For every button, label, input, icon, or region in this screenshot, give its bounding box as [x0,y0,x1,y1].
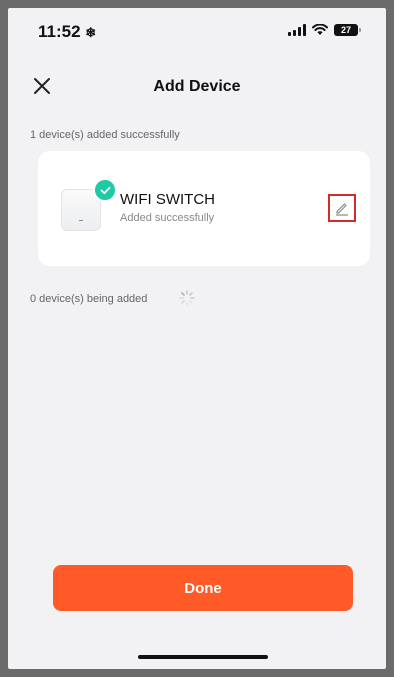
edit-device-name-button[interactable] [328,194,356,222]
device-card[interactable]: WIFI SWITCH Added successfully [38,151,370,266]
device-thumbnail-button [79,220,83,221]
phone-screen: 11:52 ❄ 27 Add Device 1 device(s) added … [8,8,386,669]
status-bar: 11:52 ❄ 27 [8,8,386,52]
done-button[interactable]: Done [53,565,353,611]
device-status: Added successfully [120,212,215,224]
device-name: WIFI SWITCH [120,191,215,208]
snowflake-icon: ❄ [85,25,97,40]
done-button-label: Done [184,579,222,597]
nav-bar: Add Device [8,68,386,108]
battery-level: 27 [340,25,351,35]
status-time-text: 11:52 [38,22,81,41]
home-indicator[interactable] [138,655,268,659]
status-time: 11:52 ❄ [38,22,96,42]
page-title: Add Device [153,78,241,95]
pending-section-label: 0 device(s) being added [30,293,148,305]
battery-icon: 27 [334,24,361,36]
status-icons: 27 [288,24,361,36]
loading-spinner-icon [179,290,195,306]
wifi-icon [312,24,328,35]
pencil-icon [336,203,348,216]
added-section-label: 1 device(s) added successfully [30,129,180,141]
signal-icon [288,24,306,36]
check-icon [93,178,117,202]
checkmark-glyph [100,186,110,194]
